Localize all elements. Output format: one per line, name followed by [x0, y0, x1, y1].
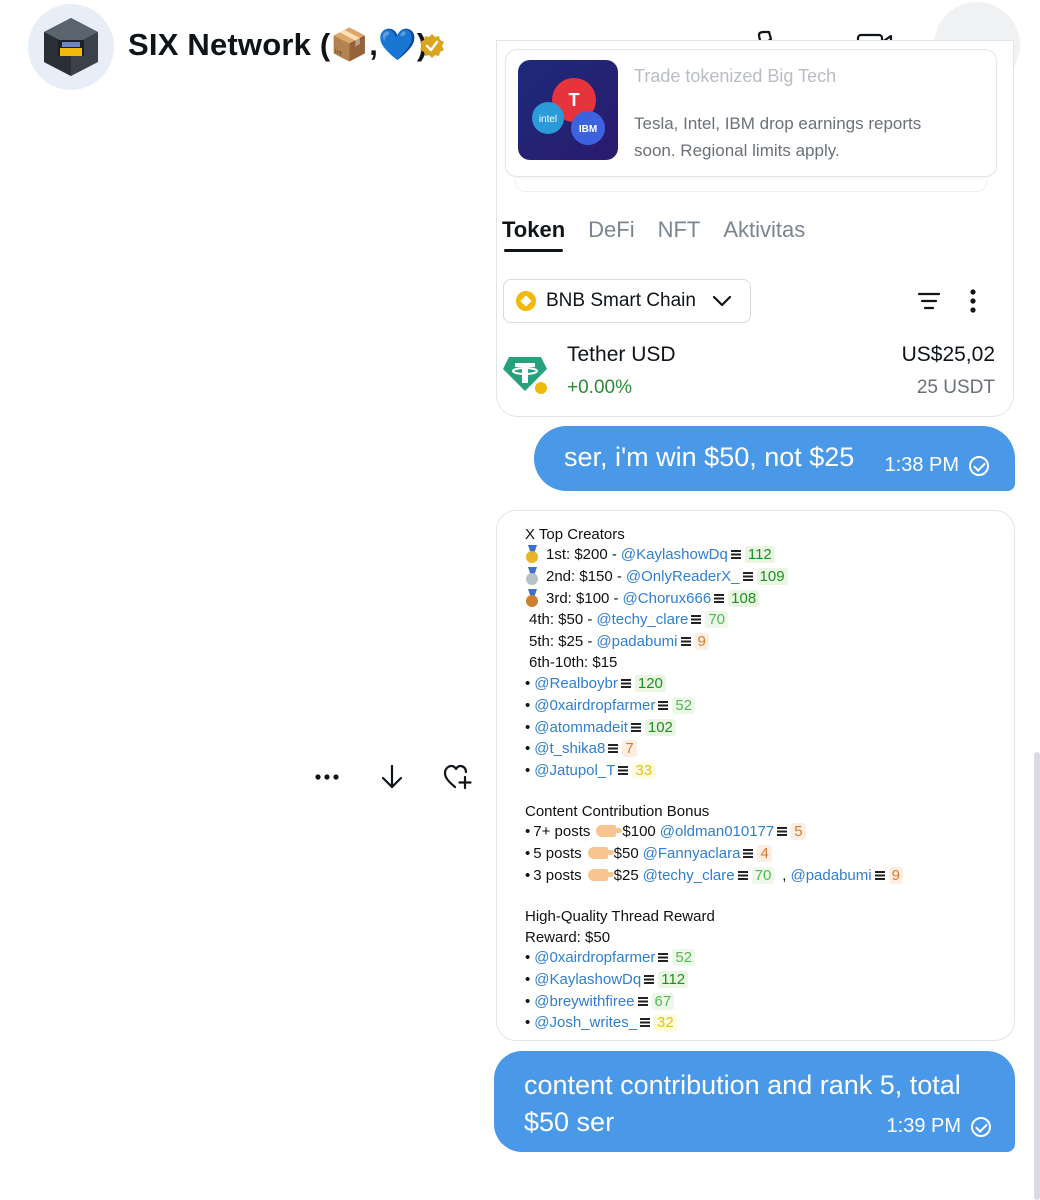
- list-item: • @Realboybr 120: [525, 673, 666, 693]
- tether-icon: [503, 357, 547, 395]
- chain-label: BNB Smart Chain: [546, 290, 696, 311]
- tab-aktivitas: Aktivitas: [723, 217, 806, 242]
- signal-icon: [630, 722, 641, 732]
- signal-icon: [737, 870, 748, 880]
- signal-icon: [640, 1017, 651, 1027]
- signal-icon: [644, 974, 655, 984]
- contact-name[interactable]: SIX Network (📦,💙): [128, 26, 427, 63]
- signal-icon: [874, 870, 885, 880]
- list-item: • @Josh_writes_ 32: [525, 1012, 677, 1032]
- tab-token: Token: [502, 217, 566, 252]
- list-item: 1st: $200 - @KaylashowDq 112: [525, 544, 775, 564]
- list-item: • @KaylashowDq 112: [525, 969, 689, 989]
- list-item: • @t_shika8 7: [525, 738, 637, 758]
- pointing-hand-icon: [587, 847, 614, 859]
- message-text: ser, i'm win $50, not $25: [564, 442, 855, 472]
- signal-icon: [658, 952, 669, 962]
- gold-medal-icon: [525, 545, 540, 563]
- signal-icon: [620, 678, 631, 688]
- tokenized-stocks-image: T intel IBM: [518, 60, 618, 160]
- list-item: 5th: $25 - @padabumi 9: [529, 631, 709, 651]
- more-icon: [315, 774, 339, 780]
- signal-icon: [658, 700, 669, 710]
- list-item: • @0xairdropfarmer 52: [525, 947, 696, 967]
- thread-title: High-Quality Thread Reward: [525, 907, 715, 925]
- svg-text:intel: intel: [539, 114, 557, 125]
- svg-text:IBM: IBM: [579, 124, 597, 135]
- token-value: US$25,02: [901, 343, 995, 366]
- signal-icon: [777, 826, 788, 836]
- list-item: • 5 posts $50 @Fannyaclara 4: [525, 843, 772, 863]
- signal-icon: [691, 614, 702, 624]
- promo-card: T intel IBM Trade tokenized Big Tech Tes…: [505, 49, 997, 177]
- tab-nft: NFT: [657, 217, 701, 242]
- signal-icon: [730, 549, 741, 559]
- leaderboard-image[interactable]: X Top Creators 1st: $200 - @KaylashowDq …: [496, 510, 1015, 1041]
- token-change: +0.00%: [567, 377, 632, 398]
- bnb-icon: [516, 291, 536, 311]
- read-check-icon: [969, 455, 989, 476]
- message-timestamp: 1:39 PM: [887, 1115, 991, 1138]
- pointing-hand-icon: [596, 825, 623, 837]
- silver-medal-icon: [525, 567, 540, 585]
- pointing-hand-icon: [587, 869, 614, 881]
- list-item: • @breywithfiree 67: [525, 991, 675, 1011]
- timestamp-text: 1:38 PM: [884, 454, 959, 476]
- signal-icon: [637, 996, 648, 1006]
- list-item: 2nd: $150 - @OnlyReaderX_ 109: [525, 566, 788, 586]
- message-timestamp: 1:38 PM: [885, 454, 989, 477]
- tab-defi: DeFi: [588, 217, 635, 242]
- token-amount: 25 USDT: [916, 377, 995, 398]
- promo-title: Trade tokenized Big Tech: [634, 66, 837, 86]
- kebab-menu-icon: [970, 289, 976, 313]
- verified-badge-icon: [420, 34, 444, 58]
- download-icon: [381, 764, 403, 789]
- list-item: 3rd: $100 - @Chorux666 108: [525, 588, 760, 608]
- signal-icon: [618, 765, 629, 775]
- promo-text: Tesla, Intel, IBM drop earnings reports …: [634, 114, 922, 160]
- card-stack-edge: [515, 180, 987, 192]
- list-item: • 3 posts $25 @techy_clare 70 , @padabumi…: [525, 865, 903, 885]
- sent-message-bubble[interactable]: ser, i'm win $50, not $25 1:38 PM: [534, 426, 1015, 491]
- token-name: Tether USD: [567, 343, 676, 366]
- list-item: • @0xairdropfarmer 52: [525, 695, 696, 715]
- bonus-title: Content Contribution Bonus: [525, 802, 710, 820]
- signal-icon: [608, 743, 619, 753]
- read-check-icon: [971, 1116, 991, 1137]
- signal-icon: [714, 593, 725, 603]
- list-item: • @atommadeit 102: [525, 717, 676, 737]
- filter-icon: [917, 292, 941, 310]
- sixth-tenth-label: 6th-10th: $15: [529, 653, 618, 671]
- signal-icon: [742, 571, 753, 581]
- message-more-button[interactable]: [310, 760, 344, 794]
- wallet-tabs: Token DeFi NFT Aktivitas: [502, 217, 806, 252]
- bronze-medal-icon: [525, 589, 540, 607]
- sent-message-bubble[interactable]: content contribution and rank 5, total $…: [494, 1051, 1015, 1152]
- chevron-down-icon: [712, 295, 732, 307]
- list-item: • @Jatupol_T 33: [525, 760, 656, 780]
- wallet-screenshot-image[interactable]: T intel IBM Trade tokenized Big Tech Tes…: [496, 40, 1014, 417]
- svg-text:T: T: [569, 90, 580, 110]
- thread-reward: Reward: $50: [525, 928, 611, 946]
- board-title: X Top Creators: [525, 525, 625, 543]
- chain-selector: BNB Smart Chain: [503, 279, 751, 323]
- timestamp-text: 1:39 PM: [886, 1115, 961, 1137]
- six-network-logo-icon: [44, 18, 98, 76]
- list-item: • 7+ posts $100 @oldman010177 5: [525, 821, 806, 841]
- react-icon: [443, 764, 472, 790]
- scrollbar[interactable]: [1034, 752, 1040, 1200]
- download-button[interactable]: [375, 760, 409, 794]
- list-item: 4th: $50 - @techy_clare 70: [529, 609, 729, 629]
- avatar[interactable]: [28, 4, 114, 90]
- react-button[interactable]: [441, 760, 475, 794]
- signal-icon: [743, 848, 754, 858]
- signal-icon: [680, 636, 691, 646]
